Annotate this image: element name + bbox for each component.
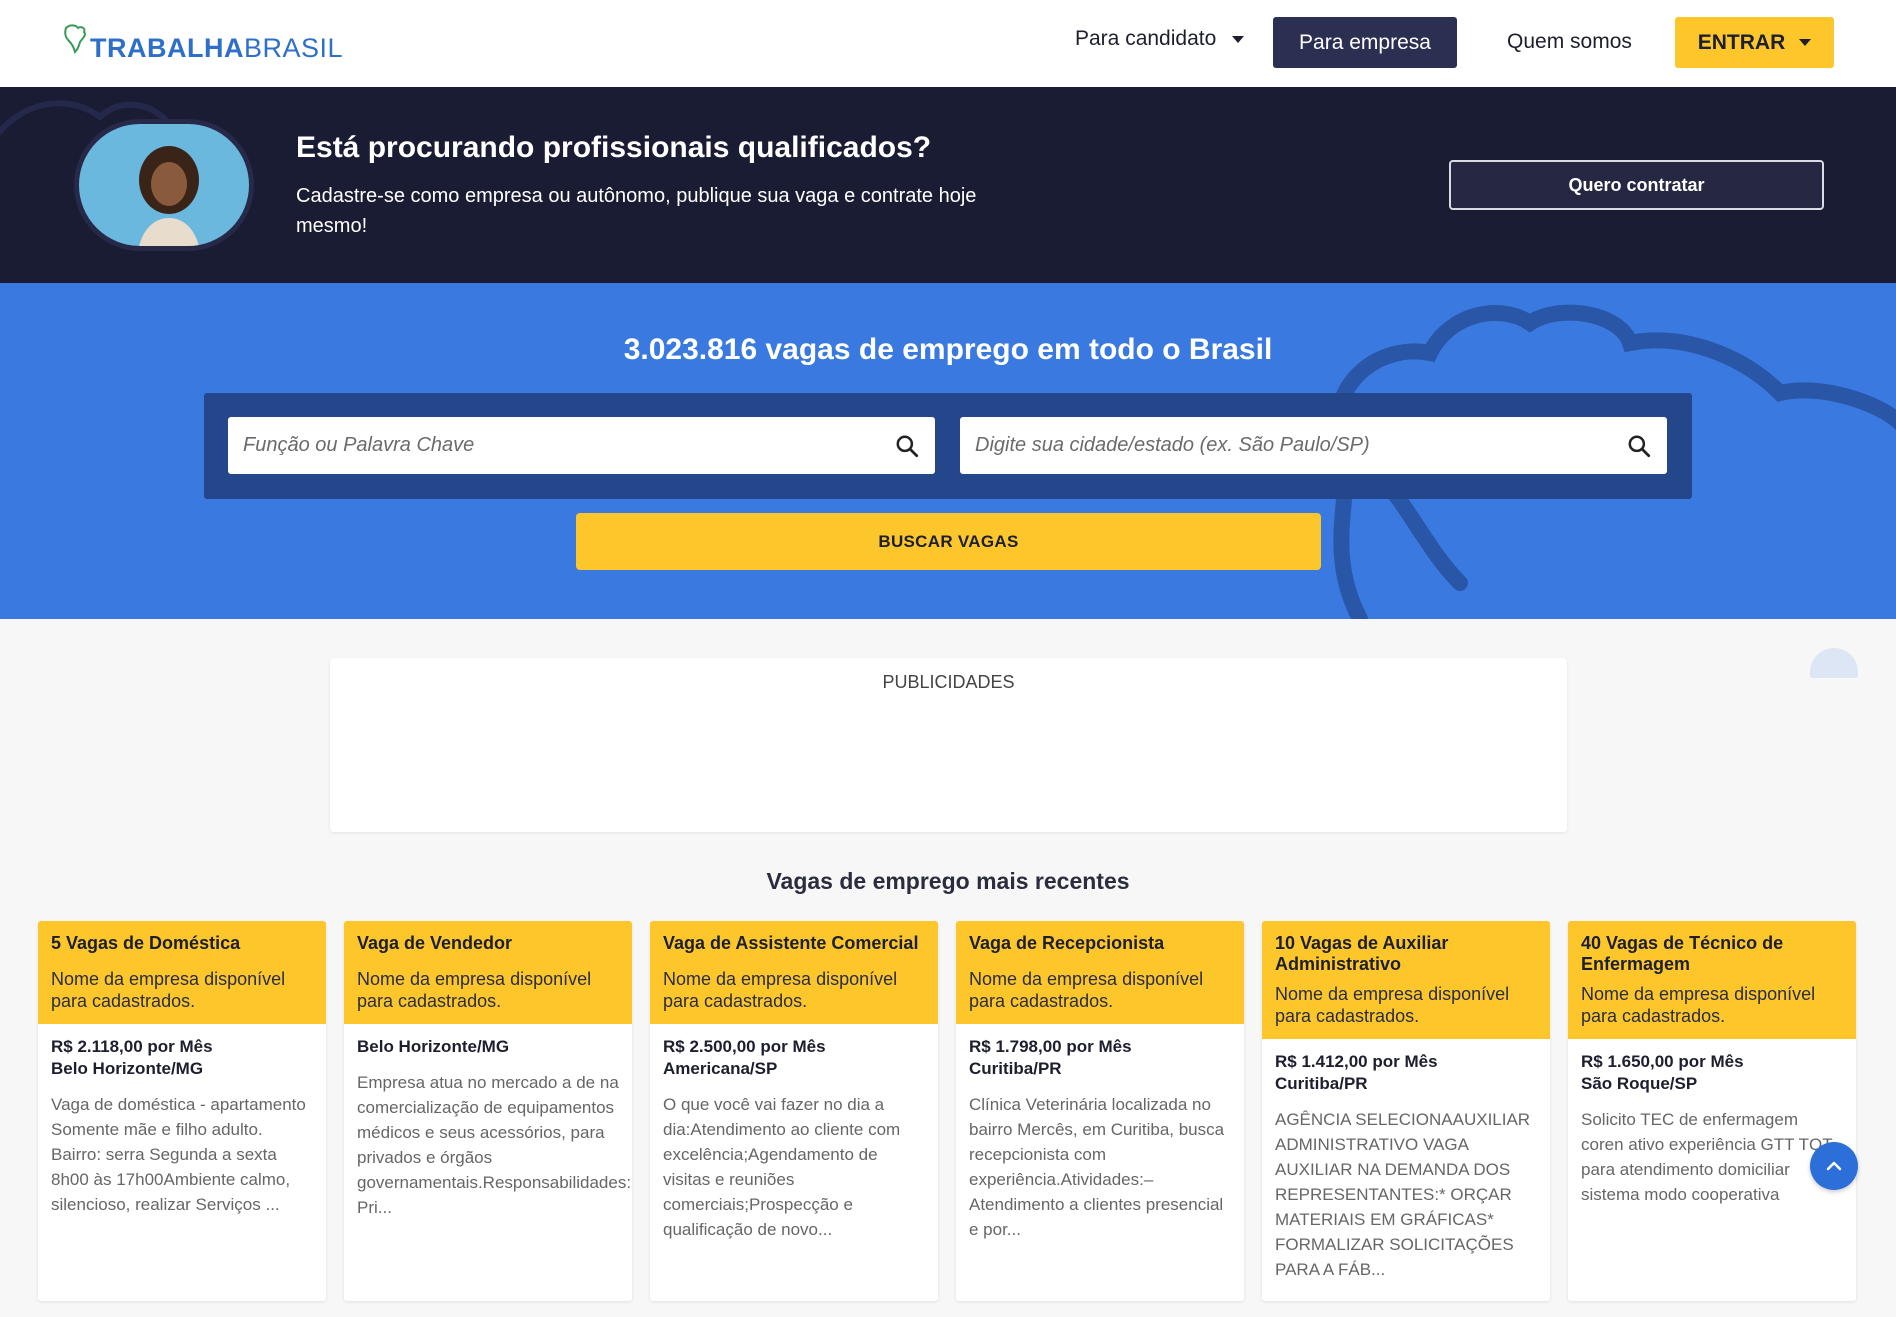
login-label: ENTRAR bbox=[1697, 30, 1786, 54]
person-photo-icon bbox=[139, 146, 199, 246]
job-salary: R$ 2.500,00 por Mês bbox=[663, 1037, 826, 1056]
job-company: Nome da empresa disponível para cadastra… bbox=[357, 969, 592, 1011]
arrow-up-icon bbox=[1826, 1161, 1842, 1171]
job-salary: R$ 1.650,00 por Mês bbox=[1581, 1052, 1744, 1071]
job-description: Vaga de doméstica - apartamento Somente … bbox=[51, 1095, 306, 1214]
nav-candidate-dropdown[interactable]: Para candidato bbox=[1075, 27, 1245, 51]
job-card-header: 10 Vagas de Auxiliar Administrativo Nome… bbox=[1262, 921, 1550, 1039]
promo-subtitle: Cadastre-se como empresa ou autônomo, pu… bbox=[296, 185, 977, 237]
job-company: Nome da empresa disponível para cadastra… bbox=[1581, 984, 1816, 1026]
location-field bbox=[960, 417, 1667, 474]
job-card-header: Vaga de Vendedor Nome da empresa disponí… bbox=[344, 921, 632, 1024]
scroll-to-top-button[interactable] bbox=[1810, 1142, 1858, 1190]
recent-jobs-list: 5 Vagas de Doméstica Nome da empresa dis… bbox=[38, 921, 1858, 1317]
job-card-header: Vaga de Recepcionista Nome da empresa di… bbox=[956, 921, 1244, 1024]
job-title: 40 Vagas de Técnico de Enfermagem bbox=[1581, 933, 1784, 974]
job-company: Nome da empresa disponível para cadastra… bbox=[663, 969, 898, 1011]
search-icon[interactable] bbox=[1626, 433, 1652, 459]
job-company: Nome da empresa disponível para cadastra… bbox=[1275, 984, 1510, 1026]
job-company: Nome da empresa disponível para cadastra… bbox=[51, 969, 286, 1011]
job-card-body: R$ 1.798,00 por Mês Curitiba/PR Clínica … bbox=[956, 1024, 1244, 1254]
job-search-section: 3.023.816 vagas de emprego em todo o Bra… bbox=[0, 283, 1896, 619]
job-title: Vaga de Assistente Comercial bbox=[663, 933, 919, 953]
brand-logo[interactable]: TRABALHABRASIL bbox=[62, 22, 343, 64]
brand-wordmark-bold: TRABALHA bbox=[90, 33, 244, 63]
nav-about-link[interactable]: Quem somos bbox=[1507, 30, 1632, 54]
job-location: Curitiba/PR bbox=[969, 1059, 1062, 1078]
job-card-header: Vaga de Assistente Comercial Nome da emp… bbox=[650, 921, 938, 1024]
job-card-body: R$ 1.412,00 por Mês Curitiba/PR AGÊNCIA … bbox=[1262, 1039, 1550, 1294]
search-icon[interactable] bbox=[894, 433, 920, 459]
job-card[interactable]: Vaga de Vendedor Nome da empresa disponí… bbox=[344, 921, 632, 1301]
top-navigation: TRABALHABRASIL Para candidato Para empre… bbox=[0, 0, 1896, 87]
job-location: São Roque/SP bbox=[1581, 1074, 1698, 1093]
chevron-down-icon bbox=[1799, 39, 1812, 46]
job-card-body: R$ 2.500,00 por Mês Americana/SP O que v… bbox=[650, 1024, 938, 1254]
promo-title: Está procurando profissionais qualificad… bbox=[296, 131, 932, 164]
hire-cta-button[interactable]: Quero contratar bbox=[1449, 160, 1824, 210]
job-card-header: 5 Vagas de Doméstica Nome da empresa dis… bbox=[38, 921, 326, 1024]
job-location: Belo Horizonte/MG bbox=[357, 1037, 510, 1056]
search-jobs-button[interactable]: BUSCAR VAGAS bbox=[576, 513, 1321, 570]
job-location: Curitiba/PR bbox=[1275, 1074, 1368, 1093]
job-location: Belo Horizonte/MG bbox=[51, 1059, 204, 1078]
job-card[interactable]: 40 Vagas de Técnico de Enfermagem Nome d… bbox=[1568, 921, 1856, 1301]
job-card-body: Belo Horizonte/MG Empresa atua no mercad… bbox=[344, 1024, 632, 1232]
login-dropdown-button[interactable]: ENTRAR bbox=[1675, 17, 1834, 68]
recent-jobs-title: Vagas de emprego mais recentes bbox=[766, 868, 1130, 894]
chevron-down-icon bbox=[1232, 35, 1245, 43]
brazil-map-logo-icon bbox=[64, 24, 86, 54]
job-card[interactable]: Vaga de Assistente Comercial Nome da emp… bbox=[650, 921, 938, 1301]
keyword-input[interactable] bbox=[243, 434, 894, 457]
job-card[interactable]: Vaga de Recepcionista Nome da empresa di… bbox=[956, 921, 1244, 1301]
brand-wordmark-light: BRASIL bbox=[243, 33, 344, 63]
job-card[interactable]: 10 Vagas de Auxiliar Administrativo Nome… bbox=[1262, 921, 1550, 1301]
scroll-hint-button bbox=[1810, 648, 1858, 678]
search-form bbox=[204, 393, 1692, 499]
jobs-count-title: 3.023.816 vagas de emprego em todo o Bra… bbox=[623, 333, 1273, 366]
job-salary: R$ 1.412,00 por Mês bbox=[1275, 1052, 1438, 1071]
job-description: Solicito TEC de enfermagem coren ativo e… bbox=[1581, 1110, 1833, 1204]
nav-company-button[interactable]: Para empresa bbox=[1273, 17, 1457, 68]
job-salary: R$ 1.798,00 por Mês bbox=[969, 1037, 1132, 1056]
job-location: Americana/SP bbox=[663, 1059, 778, 1078]
job-title: 10 Vagas de Auxiliar Administrativo bbox=[1275, 933, 1449, 974]
job-description: Empresa atua no mercado a de na comercia… bbox=[357, 1073, 632, 1217]
hire-promo-banner: Está procurando profissionais qualificad… bbox=[0, 87, 1896, 283]
job-card-header: 40 Vagas de Técnico de Enfermagem Nome d… bbox=[1568, 921, 1856, 1039]
ad-placeholder: PUBLICIDADES bbox=[330, 658, 1567, 832]
job-salary: R$ 2.118,00 por Mês bbox=[51, 1037, 213, 1056]
job-card-body: R$ 1.650,00 por Mês São Roque/SP Solicit… bbox=[1568, 1039, 1856, 1219]
ads-label: PUBLICIDADES bbox=[882, 672, 1015, 692]
job-title: Vaga de Recepcionista bbox=[969, 933, 1165, 953]
job-company: Nome da empresa disponível para cadastra… bbox=[969, 969, 1204, 1011]
nav-candidate-label: Para candidato bbox=[1075, 27, 1217, 50]
job-description: AGÊNCIA SELECIONAAUXILIAR ADMINISTRATIVO… bbox=[1275, 1110, 1531, 1279]
avatar bbox=[74, 119, 254, 251]
brand-wordmark: TRABALHABRASIL bbox=[90, 33, 343, 64]
job-description: O que você vai fazer no dia a dia:Atendi… bbox=[663, 1095, 901, 1239]
job-description: Clínica Veterinária localizada no bairro… bbox=[969, 1095, 1225, 1239]
location-input[interactable] bbox=[975, 434, 1626, 457]
job-title: Vaga de Vendedor bbox=[357, 933, 513, 953]
keyword-field bbox=[228, 417, 935, 474]
job-card-body: R$ 2.118,00 por Mês Belo Horizonte/MG Va… bbox=[38, 1024, 326, 1229]
job-card[interactable]: 5 Vagas de Doméstica Nome da empresa dis… bbox=[38, 921, 326, 1301]
job-title: 5 Vagas de Doméstica bbox=[51, 933, 241, 953]
